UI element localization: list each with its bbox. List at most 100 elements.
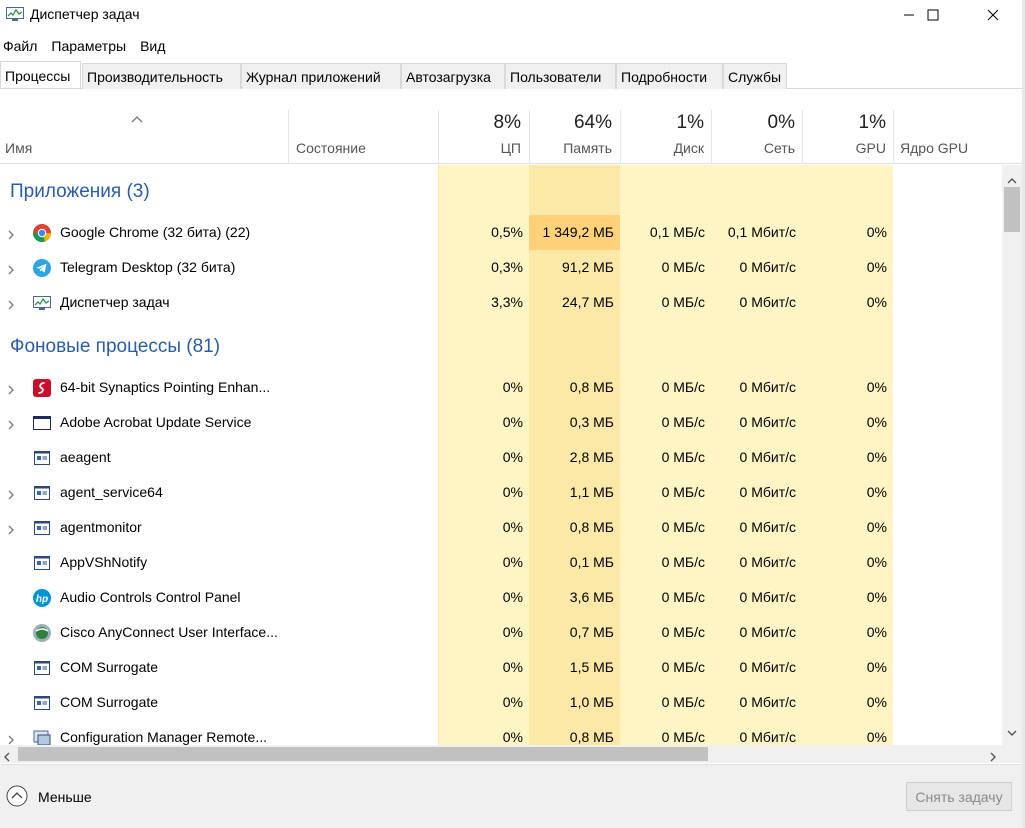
task-manager-icon [32, 293, 52, 313]
expand-chevron-icon[interactable] [7, 262, 15, 275]
telegram-icon [32, 258, 52, 278]
cell-disk: 0 МБ/с [661, 624, 705, 640]
process-name: Cisco AnyConnect User Interface... [60, 624, 278, 640]
cell-net: 0 Мбит/с [739, 519, 796, 535]
process-table: Приложения (3) Google Chrome (32 бита) (… [0, 165, 1002, 745]
cell-mem: 1 349,2 МБ [529, 215, 620, 250]
column-header-name[interactable]: Имя [5, 140, 32, 156]
cell-gpu: 0% [866, 449, 887, 465]
window-title: Диспетчер задач [30, 6, 140, 22]
column-header-status[interactable]: Состояние [296, 140, 366, 156]
expand-chevron-icon[interactable] [7, 487, 15, 500]
column-header-memory[interactable]: Память [563, 140, 612, 156]
cell-gpu: 0% [866, 624, 887, 640]
group-background: Фоновые процессы (81) [0, 320, 1002, 375]
expand-chevron-icon[interactable] [7, 382, 15, 395]
service-icon [32, 483, 52, 503]
table-row[interactable]: Telegram Desktop (32 бита) 0,3% 91,2 МБ 0 М… [0, 250, 1002, 285]
process-name: COM Surrogate [60, 694, 159, 710]
cell-cpu: 0% [502, 449, 523, 465]
tab-processes[interactable]: Процессы [0, 61, 81, 88]
cell-mem: 1,0 МБ [569, 694, 614, 710]
menu-view[interactable]: Вид [137, 36, 169, 56]
process-name: AppVShNotify [60, 554, 148, 570]
vertical-scrollbar[interactable] [1002, 165, 1022, 745]
column-header-gpu[interactable]: GPU [856, 140, 886, 156]
menu-file[interactable]: Файл [0, 36, 41, 56]
cell-gpu: 0% [866, 729, 887, 745]
table-row[interactable]: Cisco AnyConnect User Interface... 0% 0,7 … [0, 615, 1002, 650]
cell-cpu: 0% [502, 414, 523, 430]
table-row[interactable]: AppVShNotify 0% 0,1 МБ 0 МБ/с 0 Мбит/с 0% [0, 545, 1002, 580]
expand-chevron-icon[interactable] [7, 417, 15, 430]
expand-chevron-icon[interactable] [7, 522, 15, 535]
table-row[interactable]: Google Chrome (32 бита) (22) 0,5% 1 349,2 … [0, 215, 1002, 250]
process-name: Audio Controls Control Panel [60, 589, 241, 605]
horizontal-scroll-thumb[interactable] [18, 747, 708, 761]
table-row[interactable]: 64-bit Synaptics Pointing Enhan... 0% 0,8 … [0, 370, 1002, 405]
cell-mem: 0,8 МБ [569, 519, 614, 535]
cell-disk: 0 МБ/с [661, 484, 705, 500]
tab-app-history[interactable]: Журнал приложений [241, 63, 401, 89]
cell-cpu: 0,3% [491, 259, 523, 275]
cell-disk: 0 МБ/с [661, 554, 705, 570]
tab-details[interactable]: Подробности [616, 63, 723, 89]
close-button[interactable] [970, 0, 1016, 30]
footer: Меньше Снять задачу [0, 764, 1025, 828]
cell-gpu: 0% [866, 224, 887, 240]
table-row[interactable]: hp Audio Controls Control Panel 0% 3,6 МБ 0 … [0, 580, 1002, 615]
fewer-details-link[interactable]: Меньше [38, 789, 92, 805]
tab-users[interactable]: Пользователи [505, 63, 616, 89]
scroll-down-icon[interactable] [1007, 723, 1017, 739]
scroll-up-icon[interactable] [1007, 171, 1017, 187]
synaptics-icon [32, 378, 52, 398]
group-apps: Приложения (3) [0, 165, 1002, 220]
column-header-disk[interactable]: Диск [674, 140, 704, 156]
column-header-network[interactable]: Сеть [764, 140, 795, 156]
service-icon [32, 448, 52, 468]
table-row[interactable]: Configuration Manager Remote... 0% 0,8 МБ 0… [0, 720, 1002, 745]
collapse-details-icon[interactable] [6, 785, 28, 807]
expand-chevron-icon[interactable] [7, 732, 15, 745]
cell-net: 0 Мбит/с [739, 449, 796, 465]
expand-chevron-icon[interactable] [7, 227, 15, 240]
cell-cpu: 0% [502, 589, 523, 605]
menu-options[interactable]: Параметры [48, 36, 130, 56]
cell-net: 0 Мбит/с [739, 484, 796, 500]
cell-mem: 0,8 МБ [569, 379, 614, 395]
tab-startup[interactable]: Автозагрузка [401, 63, 505, 89]
cell-net: 0 Мбит/с [739, 624, 796, 640]
table-row[interactable]: Adobe Acrobat Update Service 0% 0,3 МБ 0 МБ… [0, 405, 1002, 440]
expand-chevron-icon[interactable] [7, 297, 15, 310]
cell-disk: 0 МБ/с [661, 294, 705, 310]
cell-mem: 3,6 МБ [569, 589, 614, 605]
end-task-button[interactable]: Снять задачу [906, 782, 1012, 811]
table-row[interactable]: COM Surrogate 0% 1,0 МБ 0 МБ/с 0 Мбит/с 0% [0, 685, 1002, 720]
cell-disk: 0 МБ/с [661, 379, 705, 395]
cell-cpu: 0% [502, 519, 523, 535]
table-row[interactable]: agent_service64 0% 1,1 МБ 0 МБ/с 0 Мбит/с 0% [0, 475, 1002, 510]
config-manager-icon [32, 728, 52, 745]
vertical-scroll-thumb[interactable] [1004, 187, 1020, 232]
horizontal-scrollbar[interactable] [0, 745, 1002, 763]
table-row[interactable]: agentmonitor 0% 0,8 МБ 0 МБ/с 0 Мбит/с 0% [0, 510, 1002, 545]
table-row[interactable]: COM Surrogate 0% 1,5 МБ 0 МБ/с 0 Мбит/с 0% [0, 650, 1002, 685]
task-manager-icon [6, 7, 24, 22]
service-icon [32, 553, 52, 573]
table-row[interactable]: aeagent 0% 2,8 МБ 0 МБ/с 0 Мбит/с 0% [0, 440, 1002, 475]
column-header-cpu[interactable]: ЦП [501, 140, 521, 156]
cell-gpu: 0% [866, 379, 887, 395]
cell-disk: 0 МБ/с [661, 729, 705, 745]
maximize-button[interactable] [910, 0, 956, 30]
scroll-left-icon[interactable] [4, 749, 10, 765]
tab-services[interactable]: Службы [723, 63, 787, 89]
cell-disk: 0 МБ/с [661, 659, 705, 675]
table-row[interactable]: Диспетчер задач 3,3% 24,7 МБ 0 МБ/с 0 Мбит/с… [0, 285, 1002, 320]
column-header-gpu-engine[interactable]: Ядро GPU [900, 140, 968, 156]
gpu-total-percent: 1% [858, 112, 886, 133]
cell-gpu: 0% [866, 294, 887, 310]
tab-performance[interactable]: Производительность [82, 63, 241, 89]
scroll-right-icon[interactable] [990, 749, 996, 765]
cell-cpu: 0% [502, 659, 523, 675]
cell-mem: 1,5 МБ [569, 659, 614, 675]
